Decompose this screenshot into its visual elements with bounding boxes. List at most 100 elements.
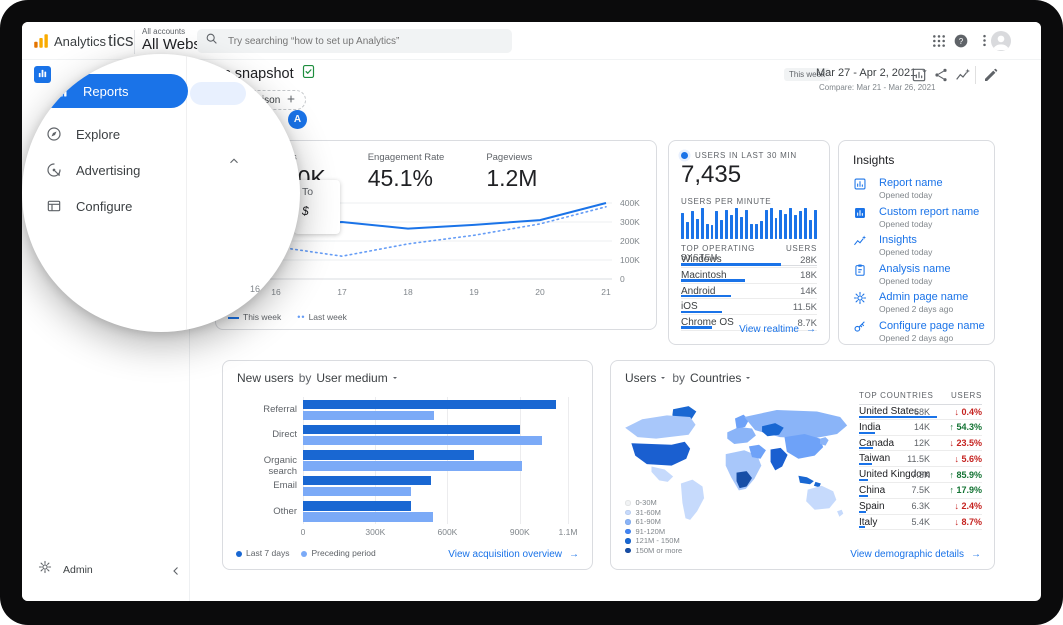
avatar[interactable]: [991, 31, 1011, 51]
map-legend-item: 91-120M: [625, 527, 682, 537]
dimension-selector[interactable]: Countries: [690, 371, 752, 385]
bar-group: [303, 397, 568, 422]
view-demographics-link[interactable]: View demographic details→: [850, 549, 981, 560]
minute-bar: [715, 211, 718, 240]
screenshot-root: Admin Reports snapshot Add comparison A …: [0, 0, 1063, 625]
insights-item[interactable]: InsightsOpened today: [853, 234, 986, 263]
realtime-card: USERS IN LAST 30 MIN 7,435 USERS PER MIN…: [668, 140, 830, 345]
chevron-up-icon[interactable]: [228, 154, 240, 172]
demographics-card: Users by Countries: [610, 360, 995, 570]
topbar-divider: [134, 30, 135, 54]
dimension-selector[interactable]: User medium: [316, 371, 398, 385]
minute-bar: [765, 210, 768, 239]
brand-name: Analytics: [54, 34, 106, 49]
minute-bar: [794, 215, 797, 239]
help-icon[interactable]: ?: [953, 33, 969, 49]
search-bar[interactable]: [197, 29, 512, 53]
table-row: Macintosh18K: [681, 268, 817, 284]
search-input[interactable]: [226, 35, 504, 48]
table-row: Taiwan11.5K ↓ 5.6%: [859, 451, 982, 467]
chevron-down-icon: [659, 371, 667, 385]
map-legend-item: 150M or more: [625, 546, 682, 556]
table-row: Windows28K: [681, 252, 817, 268]
bar-group: [303, 473, 568, 498]
edit-icon[interactable]: [983, 67, 999, 83]
acquisition-card-title: New users by User medium: [237, 371, 399, 385]
minute-bar: [720, 220, 723, 239]
configure-icon: [46, 198, 62, 214]
tooltip-text: To: [302, 186, 340, 198]
minute-bar: [760, 221, 763, 239]
svg-text:100K: 100K: [620, 255, 640, 265]
minute-bar: [711, 225, 714, 239]
bar-group: [303, 499, 568, 524]
insights-item[interactable]: Custom report nameOpened today: [853, 206, 986, 235]
share-icon[interactable]: [933, 67, 949, 83]
minute-bar: [804, 208, 807, 239]
new-users-bar-chart: [303, 397, 568, 524]
metric: Pageviews1.2M: [486, 152, 537, 192]
bar-x-axis: 0300K600K900K1.1M: [303, 527, 568, 539]
countries-col-header: TOP COUNTRIES: [859, 391, 934, 400]
dimension-label: Countries: [690, 371, 741, 385]
table-row: Canada12K ↓ 23.5%: [859, 436, 982, 452]
minute-bar: [770, 208, 773, 239]
countries-table-header: TOP COUNTRIES USERS: [859, 391, 982, 405]
minute-bar: [691, 211, 694, 239]
sidebar-item-advertising[interactable]: Advertising: [46, 158, 140, 182]
more-vert-icon[interactable]: [977, 33, 991, 49]
view-acquisition-link[interactable]: View acquisition overview→: [448, 549, 579, 560]
insights-item[interactable]: Configure page nameOpened 2 days ago: [853, 320, 986, 349]
view-acquisition-label: View acquisition overview: [448, 549, 562, 560]
apps-grid-icon[interactable]: [931, 33, 947, 49]
metric-selector[interactable]: Users: [625, 371, 667, 385]
sidebar-collapse-button[interactable]: [170, 564, 182, 582]
gear-icon: [38, 560, 52, 579]
chevron-left-icon: [170, 564, 182, 581]
svg-text:16: 16: [271, 287, 281, 297]
legend-item[interactable]: This week: [228, 312, 281, 322]
legend-item[interactable]: ••Last week: [297, 312, 347, 322]
view-demographics-label: View demographic details: [850, 549, 964, 560]
insights-item[interactable]: Admin page nameOpened 2 days ago: [853, 291, 986, 320]
metric-selector[interactable]: New users: [237, 371, 294, 385]
insights-icon[interactable]: [955, 67, 971, 83]
minute-bar: [799, 211, 802, 239]
insights-title: Insights: [853, 153, 894, 167]
bar-group: [303, 422, 568, 447]
reports-snapshot-pill[interactable]: [190, 82, 246, 105]
insights-list: Report nameOpened today Custom report na…: [853, 177, 986, 348]
arrow-right-icon: →: [806, 324, 816, 335]
x-tick: 0: [301, 527, 306, 537]
report-builder-icon[interactable]: [911, 67, 927, 83]
acquisition-card: New users by User medium ReferralDirectO…: [222, 360, 593, 570]
legend-item[interactable]: Preceding period: [301, 548, 375, 558]
table-row: India14K ↑ 54.3%: [859, 420, 982, 436]
table-row: iOS11.5K: [681, 299, 817, 315]
svg-text:?: ?: [959, 37, 964, 46]
bar-legend: Last 7 days Preceding period: [236, 548, 376, 558]
sidebar-item-configure[interactable]: Configure: [46, 194, 132, 218]
map-legend-item: 121M - 150M: [625, 536, 682, 546]
category-label: Direct: [233, 422, 297, 447]
chevron-down-icon: [391, 371, 399, 385]
minute-bar: [755, 224, 758, 239]
minute-bar: [789, 208, 792, 239]
customreport-icon: [853, 206, 867, 225]
insights-item[interactable]: Analysis nameOpened today: [853, 263, 986, 292]
sidebar-item-explore[interactable]: Explore: [46, 122, 120, 146]
sidebar-item-reports[interactable]: Reports: [36, 74, 188, 108]
svg-text:18: 18: [403, 287, 413, 297]
table-row: Android14K: [681, 284, 817, 300]
svg-text:200K: 200K: [620, 236, 640, 246]
header-divider: [975, 66, 976, 84]
insights-item[interactable]: Report nameOpened today: [853, 177, 986, 206]
date-range-text: Mar 27 - Apr 2, 2021: [816, 67, 916, 79]
map-legend-item: 0-30M: [625, 498, 682, 508]
view-realtime-link[interactable]: View realtime→: [739, 324, 816, 335]
category-label: Referral: [233, 397, 297, 422]
legend-item[interactable]: Last 7 days: [236, 548, 289, 558]
sidebar-item-admin[interactable]: Admin: [38, 560, 93, 579]
metric: Engagement Rate45.1%: [368, 152, 445, 192]
minute-bar: [730, 215, 733, 239]
